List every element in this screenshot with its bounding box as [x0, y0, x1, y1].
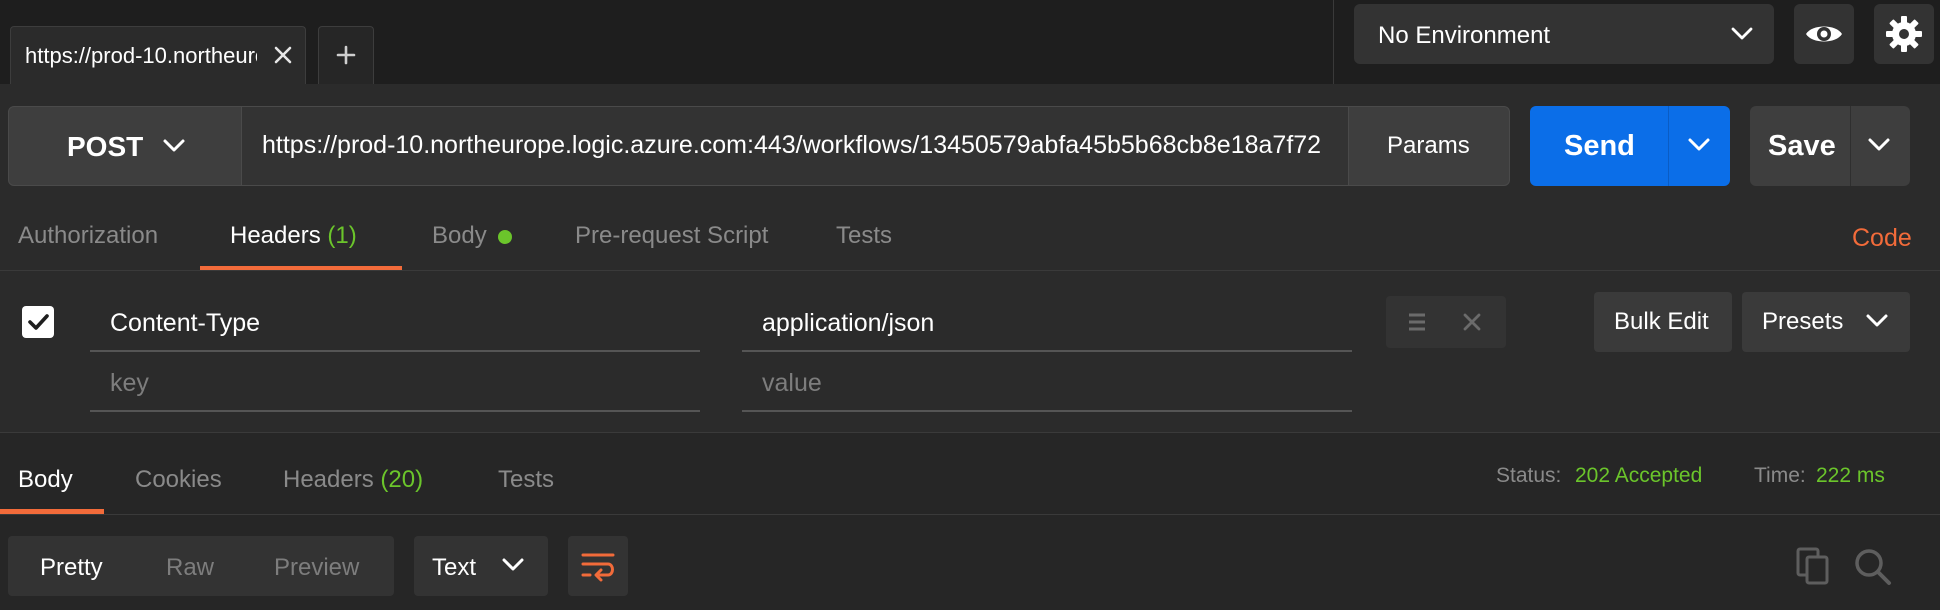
header-value-field[interactable]: application/json [762, 309, 934, 338]
params-label: Params [1387, 132, 1470, 159]
url-text: https://prod-10.northeurope.logic.azure.… [262, 131, 1322, 159]
divider [1850, 106, 1851, 186]
divider [742, 350, 1352, 352]
response-tab-body[interactable]: Body [18, 466, 73, 494]
divider [1333, 0, 1334, 84]
request-tab[interactable]: https://prod-10.northeurope.logic.azure.… [10, 26, 306, 84]
tab-authorization[interactable]: Authorization [18, 222, 158, 250]
chevron-down-icon [500, 554, 526, 576]
gear-icon [1884, 14, 1924, 54]
save-label: Save [1768, 130, 1836, 162]
tab-headers-label: Headers [230, 222, 321, 249]
divider [90, 410, 700, 412]
search-icon[interactable] [1852, 546, 1892, 586]
method-label: POST [67, 131, 144, 162]
send-label: Send [1564, 130, 1635, 162]
chevron-down-icon [1730, 24, 1754, 44]
close-icon[interactable] [269, 41, 297, 69]
format-select[interactable]: Text [414, 536, 548, 596]
time-value: 222 ms [1816, 464, 1885, 487]
status-label: Status: [1496, 464, 1562, 487]
params-button[interactable]: Params [1348, 106, 1510, 186]
view-pretty-button[interactable]: Pretty [40, 554, 103, 582]
divider [742, 410, 1352, 412]
divider [90, 350, 700, 352]
header-row-actions [1386, 296, 1506, 348]
wrap-lines-icon [580, 550, 616, 582]
new-header-key-input[interactable]: key [110, 369, 149, 398]
environment-label: No Environment [1378, 22, 1551, 49]
status-value: 202 Accepted [1575, 464, 1703, 487]
chevron-down-icon[interactable] [1866, 134, 1892, 156]
presets-dropdown[interactable]: Presets [1742, 292, 1910, 352]
response-tab-headers[interactable]: Headers (20) [283, 466, 423, 494]
body-indicator-dot [498, 230, 512, 244]
divider [0, 270, 1940, 271]
copy-icon[interactable] [1794, 546, 1834, 586]
tab-bar: https://prod-10.northeurope.logic.azure.… [0, 0, 1940, 84]
divider [1668, 106, 1669, 186]
chevron-down-icon [1864, 310, 1890, 332]
bulk-edit-label: Bulk Edit [1614, 308, 1709, 335]
divider [0, 432, 1940, 433]
presets-label: Presets [1762, 308, 1844, 335]
bulk-edit-button[interactable]: Bulk Edit [1594, 292, 1732, 352]
environment-select[interactable]: No Environment [1354, 4, 1774, 64]
request-tab-label: https://prod-10.northeurope.logic.azure.… [25, 43, 257, 68]
response-tab-tests[interactable]: Tests [498, 466, 554, 494]
header-enabled-checkbox[interactable] [22, 306, 54, 338]
new-header-value-input[interactable]: value [762, 369, 822, 398]
divider [0, 514, 1940, 515]
header-key-field[interactable]: Content-Type [110, 309, 260, 338]
view-preview-button[interactable]: Preview [274, 554, 359, 582]
chevron-down-icon[interactable] [1686, 134, 1712, 156]
view-mode-group: Pretty Raw Preview [8, 536, 394, 596]
delete-row-icon[interactable] [1458, 308, 1486, 336]
send-button[interactable]: Send [1530, 106, 1730, 186]
method-select[interactable]: POST [8, 106, 242, 186]
settings-button[interactable] [1874, 4, 1934, 64]
url-input[interactable]: https://prod-10.northeurope.logic.azure.… [242, 106, 1348, 186]
new-tab-button[interactable] [318, 26, 374, 84]
code-link[interactable]: Code [1852, 224, 1912, 253]
wrap-line-button[interactable] [568, 536, 628, 596]
plus-icon [335, 44, 357, 66]
tab-tests[interactable]: Tests [836, 222, 892, 250]
response-tab-cookies[interactable]: Cookies [135, 466, 222, 494]
tab-headers-count: (1) [327, 222, 357, 249]
time-label: Time: [1754, 464, 1806, 487]
eye-icon [1804, 20, 1844, 48]
tab-headers[interactable]: Headers (1) [230, 222, 357, 250]
response-tab-headers-label: Headers [283, 466, 374, 493]
response-tab-headers-count: (20) [380, 466, 424, 493]
chevron-down-icon [161, 135, 187, 157]
tab-body[interactable]: Body [432, 222, 487, 250]
tab-pre-request-script[interactable]: Pre-request Script [575, 222, 768, 250]
view-raw-button[interactable]: Raw [166, 554, 214, 582]
format-label: Text [432, 554, 477, 581]
save-button[interactable]: Save [1750, 106, 1910, 186]
drag-handle-icon[interactable] [1406, 310, 1428, 334]
environment-quick-look-button[interactable] [1794, 4, 1854, 64]
